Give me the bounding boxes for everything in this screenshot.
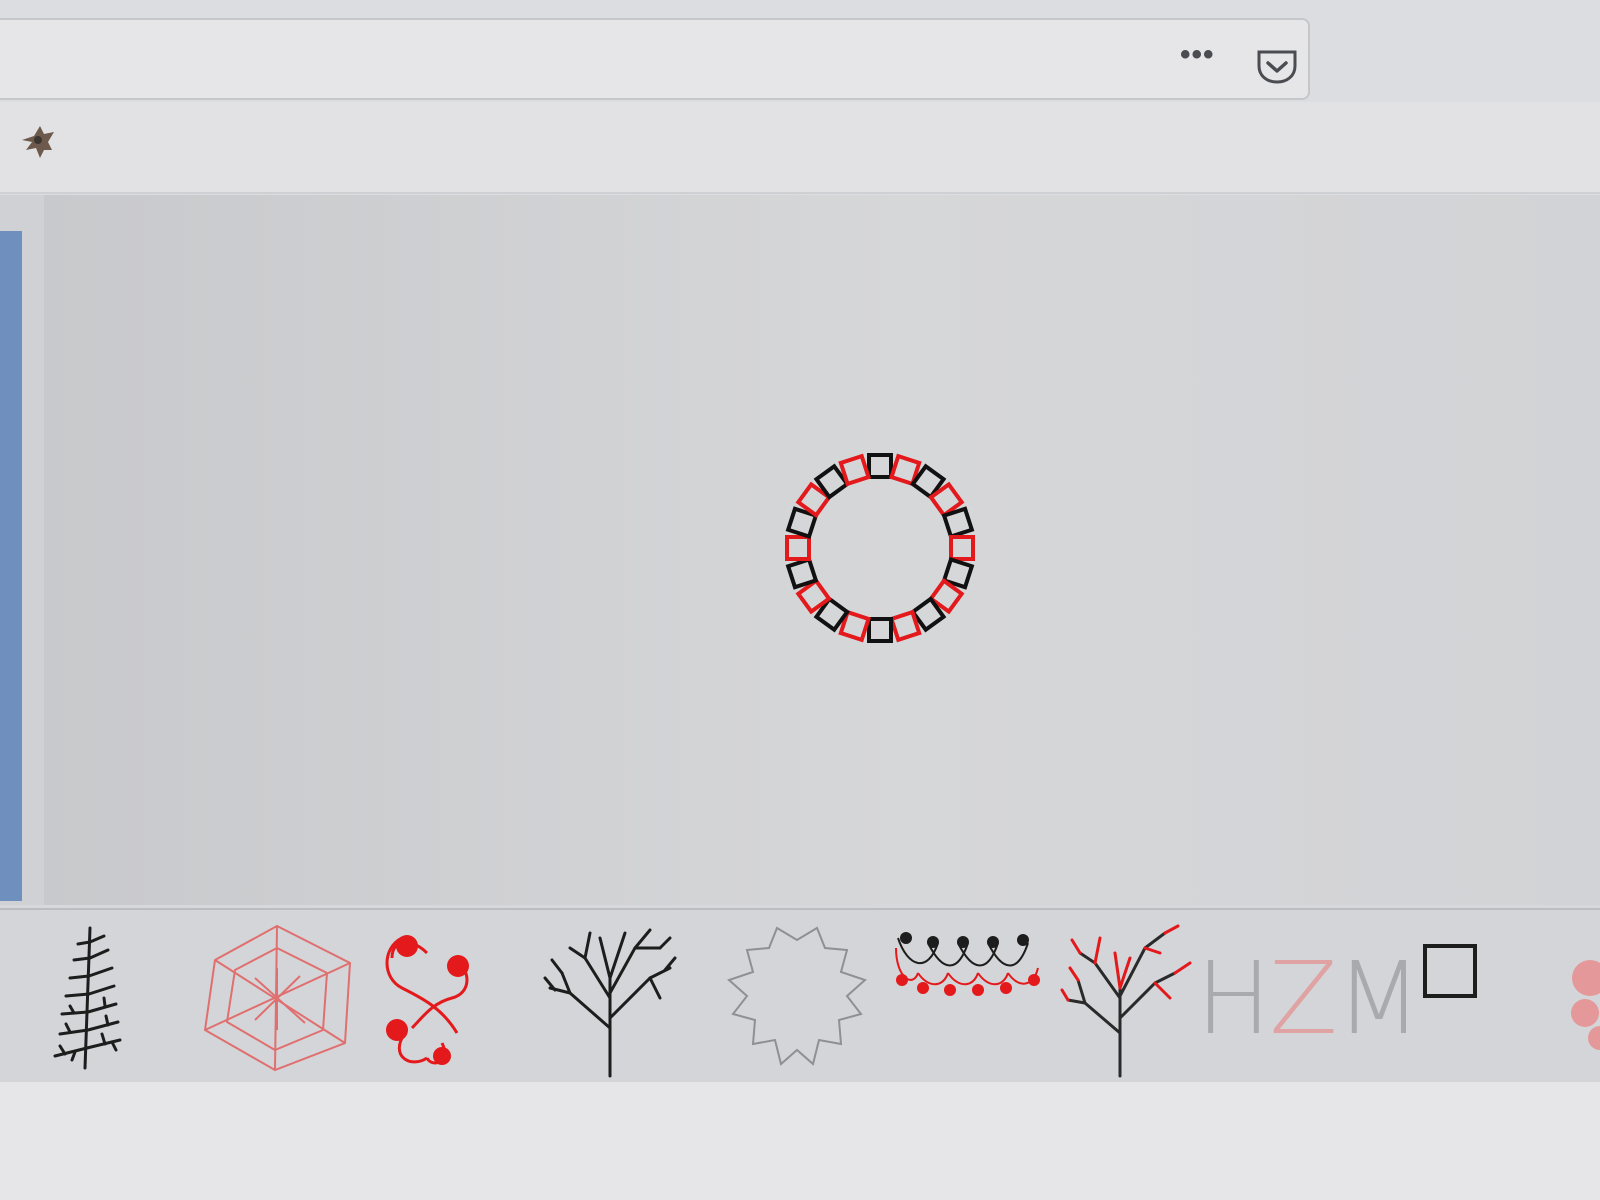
ring-square bbox=[867, 617, 893, 643]
ring-square bbox=[949, 535, 975, 561]
letter-z: Z bbox=[1269, 939, 1338, 1057]
side-panel-edge bbox=[0, 231, 22, 901]
spiral-curls-icon[interactable] bbox=[372, 918, 487, 1078]
square-icon[interactable] bbox=[1415, 918, 1485, 1078]
red-tree-icon[interactable] bbox=[1060, 918, 1200, 1078]
pocket-icon[interactable] bbox=[1255, 48, 1299, 86]
fern-fractal-icon[interactable] bbox=[30, 918, 140, 1078]
hzm-letters-icon[interactable]: H Z M bbox=[1196, 918, 1422, 1078]
partial-red-icon[interactable] bbox=[1555, 918, 1600, 1078]
black-tree-icon[interactable] bbox=[540, 918, 680, 1078]
beaded-chain-icon[interactable] bbox=[888, 918, 1053, 1078]
ring-square bbox=[785, 535, 811, 561]
letter-h: H bbox=[1196, 939, 1271, 1057]
ring-of-squares bbox=[785, 453, 975, 643]
ellipsis-icon[interactable]: ••• bbox=[1180, 40, 1230, 70]
url-bar[interactable] bbox=[0, 18, 1310, 100]
pentagon-star-icon[interactable] bbox=[195, 918, 360, 1078]
page-footer-area bbox=[0, 1082, 1600, 1200]
bird-favicon-icon[interactable] bbox=[16, 120, 60, 164]
ring-square bbox=[867, 453, 893, 479]
ring-square bbox=[888, 609, 922, 643]
ring-square bbox=[785, 556, 819, 590]
ring-square bbox=[838, 453, 872, 487]
ring-square bbox=[941, 506, 975, 540]
koch-snowflake-icon[interactable] bbox=[715, 918, 880, 1078]
bookmarks-bar bbox=[0, 102, 1600, 194]
letter-m: M bbox=[1335, 939, 1422, 1057]
side-panel bbox=[0, 195, 44, 905]
